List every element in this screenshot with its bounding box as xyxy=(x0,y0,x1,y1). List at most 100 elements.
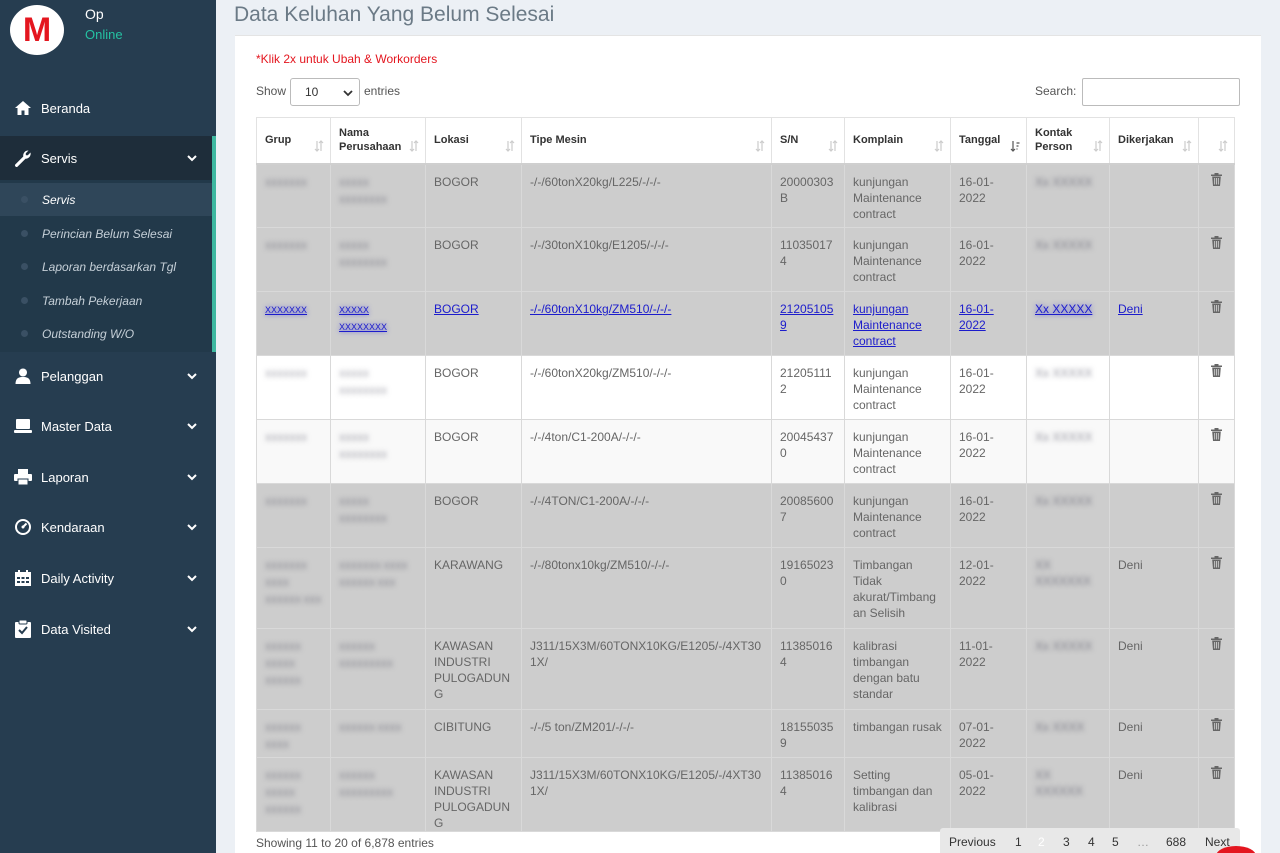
cell-actions xyxy=(1198,291,1235,356)
cell-grup: XXXXXXX xyxy=(256,163,331,228)
column-header-grup[interactable]: Grup xyxy=(256,117,331,165)
cell-komplain: Timbangan Tidak akurat/Timbangan Selisih xyxy=(844,547,951,629)
cell-sn-text: 20000303B xyxy=(780,174,834,205)
column-header-tipe-mesin[interactable]: Tipe Mesin xyxy=(521,117,772,165)
sidebar-item-beranda[interactable]: Beranda xyxy=(0,86,216,130)
cell-tanggal-text: 16-01-2022 xyxy=(959,494,994,524)
table-row[interactable]: XXXXXX XXXXX XXXXXX XXXXXX XXXXXXXXX KAWAS… xyxy=(256,628,1235,710)
cell-sn-text: 113850164 xyxy=(780,768,833,798)
cell-kontak-text: Xx XXXXX xyxy=(1035,366,1093,380)
cell-kontak: Xx XXXXX xyxy=(1026,419,1110,484)
sidebar-item-label: Master Data xyxy=(41,418,112,434)
cell-lokasi-text: KAWASAN INDUSTRI PULOGADUNG xyxy=(434,768,511,830)
table-row[interactable]: XXXXXXX XXXXX XXXXXXXX BOGOR -/-/60tonX10kg… xyxy=(256,291,1235,356)
cell-grup-text[interactable]: XXXXXXX xyxy=(265,305,307,315)
table-row[interactable]: XXXXXX XXXXX XXXXXX XXXXXX XXXXXXXXX KAWAS… xyxy=(256,757,1235,832)
cell-nama-text[interactable]: XXXXX XXXXXXXX xyxy=(339,305,387,332)
pagination-page[interactable]: 5 xyxy=(1112,835,1119,849)
trash-icon[interactable] xyxy=(1211,766,1222,779)
table-row[interactable]: XXXXXXX XXXX XXXXXX XXX XXXXXXX XXXX XXXX… xyxy=(256,547,1235,629)
trash-icon[interactable] xyxy=(1211,300,1222,313)
search-input[interactable] xyxy=(1082,78,1240,106)
cell-komplain: kunjungan Maintenance contract xyxy=(844,483,951,548)
column-header-kontak-person[interactable]: Kontak Person xyxy=(1026,117,1110,165)
trash-icon[interactable] xyxy=(1211,556,1222,569)
table-row[interactable]: XXXXXXX XXXXX XXXXXXXX BOGOR -/-/30tonX10kg… xyxy=(256,227,1235,292)
submenu-item-servis[interactable]: Servis xyxy=(0,183,212,216)
submenu-label: Laporan berdasarkan Tgl xyxy=(42,259,177,274)
column-header-nama-perusahaan[interactable]: Nama Perusahaan xyxy=(330,117,426,165)
cell-nama-text: XXXXX XXXXXXXX xyxy=(339,369,388,396)
pagination-page[interactable]: 4 xyxy=(1088,835,1095,849)
column-header-lokasi[interactable]: Lokasi xyxy=(425,117,522,165)
sidebar-item-servis[interactable]: Servis xyxy=(0,136,216,180)
logo-letter: M xyxy=(22,11,52,49)
submenu-item-tambah-pekerjaan[interactable]: Tambah Pekerjaan xyxy=(0,284,212,317)
cell-komplain-text[interactable]: kunjungan Maintenance contract xyxy=(853,302,922,348)
trash-icon[interactable] xyxy=(1211,172,1222,186)
cell-sn-text[interactable]: 212051059 xyxy=(780,302,833,332)
cell-kontak-text[interactable]: Xx XXXXX xyxy=(1035,302,1092,316)
pagination-page-current[interactable]: 2 xyxy=(1038,835,1045,849)
cell-tanggal-text: 16-01-2022 xyxy=(959,238,994,268)
cell-dikerjakan: Deni xyxy=(1109,757,1199,832)
table-row[interactable]: XXXXXX XXXX XXXXXX XXXX CIBITUNG -/-/5 ton/… xyxy=(256,709,1235,758)
column-header-komplain[interactable]: Komplain xyxy=(844,117,951,165)
pagination-page[interactable]: 688 xyxy=(1166,835,1186,849)
sidebar-item-kendaraan[interactable]: Kendaraan xyxy=(0,505,216,549)
sidebar-item-daily-activity[interactable]: Daily Activity xyxy=(0,556,216,600)
trash-icon[interactable] xyxy=(1211,492,1222,505)
submenu-item-outstanding-wo[interactable]: Outstanding W/O xyxy=(0,317,212,350)
show-label: Show xyxy=(256,84,287,98)
table-info: Showing 11 to 20 of 6,878 entries xyxy=(256,836,434,850)
cell-komplain-text: kunjungan Maintenance contract xyxy=(853,174,922,221)
cell-nama: XXXXXX XXXX xyxy=(330,709,426,758)
column-header-dikerjakan[interactable]: Dikerjakan xyxy=(1109,117,1199,165)
bullet-icon xyxy=(21,330,28,337)
submenu-item-perincian[interactable]: Perincian Belum Selesai xyxy=(0,217,212,250)
cell-kontak: Xx XXXX xyxy=(1026,709,1110,758)
table-row[interactable]: XXXXXXX XXXXX XXXXXXXX BOGOR -/-/4ton/C1-20… xyxy=(256,419,1235,484)
pagination-previous[interactable]: Previous xyxy=(949,835,996,849)
cell-tanggal: 16-01-2022 xyxy=(950,227,1027,292)
table-row[interactable]: XXXXXXX XXXXX XXXXXXXX BOGOR -/-/60tonX20kg… xyxy=(256,163,1235,228)
sidebar-item-data-visited[interactable]: Data Visited xyxy=(0,607,216,651)
column-header-tanggal[interactable]: Tanggal xyxy=(950,117,1027,165)
column-header-sn[interactable]: S/N xyxy=(771,117,845,165)
cell-dikerjakan-text[interactable]: Deni xyxy=(1118,302,1143,316)
chevron-down-icon xyxy=(187,575,197,582)
entries-per-page-select[interactable]: 10 xyxy=(290,78,360,106)
chevron-down-icon xyxy=(187,626,197,633)
cell-lokasi: BOGOR xyxy=(425,419,522,484)
cell-nama-text: XXXXXX XXXXXXXXX xyxy=(339,771,394,798)
sidebar-item-pelanggan[interactable]: Pelanggan xyxy=(0,354,216,398)
cell-lokasi-text[interactable]: BOGOR xyxy=(434,302,479,316)
cell-kontak-text: Xx XXXXX xyxy=(1035,238,1093,252)
user-name: Op xyxy=(85,6,104,22)
cell-kontak-text: XX XXXXXX xyxy=(1035,768,1084,798)
sidebar-item-master-data[interactable]: Master Data xyxy=(0,404,216,448)
submenu-item-laporan-tgl[interactable]: Laporan berdasarkan Tgl xyxy=(0,250,212,283)
cell-dikerjakan: Deni xyxy=(1109,709,1199,758)
pagination-page[interactable]: 3 xyxy=(1063,835,1070,849)
cell-sn-text: 110350174 xyxy=(780,238,833,268)
cell-tipe-text: -/-/30tonX10kg/E1205/-/-/- xyxy=(530,238,669,252)
cell-grup-text: XXXXXXX XXXX XXXXXX XXX xyxy=(265,561,322,605)
trash-icon[interactable] xyxy=(1211,637,1222,650)
column-header-actions[interactable] xyxy=(1198,117,1235,165)
brand-logo[interactable]: M xyxy=(10,5,64,55)
cell-sn-text: 212051112 xyxy=(780,366,832,396)
sidebar-item-laporan[interactable]: Laporan xyxy=(0,455,216,499)
cell-tipe-text[interactable]: -/-/60tonX10kg/ZM510/-/-/- xyxy=(530,302,671,316)
cell-tipe-text: J311/15X3M/60TONX10KG/E1205/-/4XT301X/ xyxy=(530,768,762,798)
cell-tanggal: 16-01-2022 xyxy=(950,163,1027,228)
trash-icon[interactable] xyxy=(1211,236,1222,249)
cell-tanggal-text[interactable]: 16-01-2022 xyxy=(959,302,994,332)
table-row[interactable]: XXXXXXX XXXXX XXXXXXXX BOGOR -/-/4TON/C1-20… xyxy=(256,483,1235,548)
trash-icon[interactable] xyxy=(1211,428,1222,441)
pagination-page[interactable]: 1 xyxy=(1015,835,1022,849)
trash-icon[interactable] xyxy=(1211,364,1222,377)
cell-tipe: -/-/30tonX10kg/E1205/-/-/- xyxy=(521,227,772,292)
table-row[interactable]: XXXXXXX XXXXX XXXXXXXX BOGOR -/-/60tonX20kg… xyxy=(256,355,1235,420)
trash-icon[interactable] xyxy=(1211,718,1222,731)
